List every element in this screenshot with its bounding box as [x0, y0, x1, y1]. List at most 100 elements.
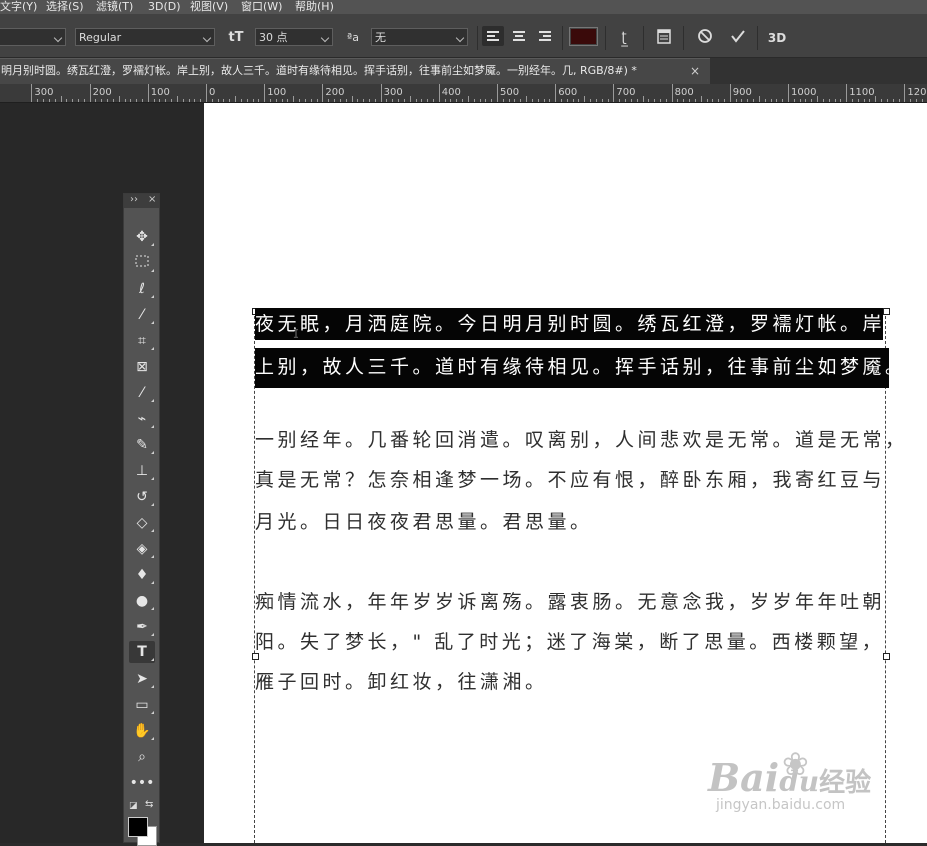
horizontal-ruler[interactable]: 300 200 100 0 100 200 300 400 500 600 700 800 900 100… [0, 84, 927, 103]
ruler-tick [491, 99, 493, 102]
paw-icon: ❀ [782, 745, 809, 783]
magic-wand-icon[interactable]: ⁄ [129, 304, 155, 326]
align-left-icon[interactable] [482, 26, 504, 46]
expand-icon[interactable]: ›› [130, 194, 138, 205]
tools-panel-header[interactable]: ›› × [124, 194, 159, 208]
menu-type[interactable]: 文字(Y) [0, 0, 37, 13]
align-right-icon[interactable] [534, 26, 556, 46]
menu-filter[interactable]: 滤镜(T) [96, 0, 133, 13]
ruler-tick [141, 99, 143, 102]
menu-window[interactable]: 窗口(W) [241, 0, 282, 13]
document-tab[interactable]: 明月别时圆。绣瓦红澄，罗襦灯帐。岸上别，故人三千。道时有缘待相见。挥手话别，往事… [0, 58, 710, 84]
ruler-tick [363, 99, 365, 102]
ruler-tick [48, 99, 50, 102]
rectangle-icon[interactable]: ▭ [129, 694, 155, 716]
ruler-tick [200, 99, 202, 102]
text-line[interactable]: 雁子回时。卸红妆，往潇湘。 [255, 670, 548, 694]
eyedropper-icon[interactable]: ⁄ [129, 382, 155, 404]
ruler-tick [31, 84, 33, 102]
menu-select[interactable]: 选择(S) [46, 0, 84, 13]
ruler-tick [374, 99, 376, 102]
ruler-tick [840, 99, 842, 102]
text-line[interactable]: 痴情流水，年年岁岁诉离殇。露衷肠。无意念我，岁岁年年吐朝 [255, 590, 885, 614]
ruler-tick [54, 99, 56, 102]
zoom-icon[interactable]: ⌕ [129, 746, 155, 768]
swap-colors-icon[interactable]: ⇆ [145, 799, 153, 810]
menu-3d[interactable]: 3D(D) [148, 0, 181, 13]
ruler-tick [153, 99, 155, 102]
font-family-select[interactable] [0, 28, 66, 46]
align-center-icon[interactable] [508, 26, 530, 46]
transform-handle[interactable] [883, 653, 890, 660]
ruler-tick [83, 99, 85, 102]
path-selection-icon[interactable]: ➤ [129, 668, 155, 690]
warp-text-icon[interactable]: ʈ̲ [613, 28, 635, 48]
healing-brush-icon[interactable]: ⌁ [129, 408, 155, 430]
ruler-label: 800 [674, 87, 694, 98]
font-style-value: Regular [79, 31, 122, 44]
clone-stamp-icon[interactable]: ⊥ [129, 460, 155, 482]
foreground-color-swatch[interactable] [128, 817, 148, 837]
ruler-tick [235, 96, 237, 102]
frame-icon[interactable]: ⊠ [129, 356, 155, 378]
menu-help[interactable]: 帮助(H) [295, 0, 334, 13]
close-icon[interactable]: × [148, 194, 156, 205]
chevron-down-icon [53, 33, 63, 43]
brush-icon[interactable]: ✎ [129, 434, 155, 456]
text-color-swatch[interactable] [569, 27, 598, 46]
chevron-down-icon [320, 33, 330, 43]
ruler-tick [590, 99, 592, 102]
crop-icon[interactable]: ⌗ [129, 330, 155, 352]
default-colors-icon[interactable]: ◪ [129, 801, 138, 811]
ruler-tick [485, 99, 487, 102]
text-line[interactable]: 一别经年。几番轮回消遣。叹离别，人间悲欢是无常。道是无常， [255, 428, 908, 452]
ruler-tick [287, 99, 289, 102]
blur-icon[interactable]: ♦ [129, 564, 155, 586]
text-line-selected[interactable]: 夜无眠，月洒庭院。今日明月别时圆。绣瓦红澄，罗襦灯帐。岸 [255, 308, 883, 340]
ruler-tick [706, 99, 708, 102]
text-line[interactable]: 月光。日日夜夜君思量。君思量。 [255, 510, 593, 534]
transform-handle[interactable] [252, 653, 259, 660]
character-panel-icon[interactable] [653, 28, 675, 48]
ruler-tick [427, 99, 429, 102]
more-tools-icon[interactable]: ••• [129, 772, 155, 794]
commit-icon[interactable] [727, 28, 749, 48]
hand-icon[interactable]: ✋ [129, 720, 155, 742]
ruler-tick [270, 99, 272, 102]
paint-bucket-icon[interactable]: ◈ [129, 538, 155, 560]
ruler-tick [502, 99, 504, 102]
type-icon[interactable]: T [129, 641, 155, 663]
marquee-icon[interactable] [129, 252, 155, 274]
ruler-tick [776, 99, 778, 102]
divider [605, 26, 606, 50]
ruler-tick [351, 96, 353, 102]
3d-icon[interactable]: 3D [766, 28, 788, 48]
move-icon[interactable]: ✥ [129, 226, 155, 248]
history-brush-icon[interactable]: ↺ [129, 486, 155, 508]
ruler-label: 100 [150, 87, 170, 98]
close-icon[interactable]: × [690, 59, 700, 83]
font-style-select[interactable]: Regular [75, 28, 215, 46]
text-line[interactable]: 真是无常？怎奈相逢梦一场。不应有恨，醉卧东厢，我寄红豆与 [255, 468, 885, 492]
cancel-icon[interactable] [694, 28, 716, 48]
lasso-icon[interactable]: ℓ [129, 278, 155, 300]
ruler-tick [421, 99, 423, 102]
ruler-tick [223, 99, 225, 102]
ruler-tick [543, 99, 545, 102]
ruler-label: 700 [616, 87, 636, 98]
ruler-tick [793, 99, 795, 102]
dodge-icon[interactable]: ● [129, 590, 155, 612]
ruler-label: 200 [92, 87, 112, 98]
ruler-tick [712, 99, 714, 102]
text-line-selected[interactable]: 上别，故人三千。道时有缘待相见。挥手话别，往事前尘如梦魇。 [255, 348, 904, 388]
pen-icon[interactable]: ✒ [129, 616, 155, 638]
ruler-tick [246, 99, 248, 102]
antialias-select[interactable]: 无 [371, 28, 468, 46]
ruler-tick [118, 96, 120, 102]
ruler-tick [415, 99, 417, 102]
ruler-tick [700, 96, 702, 102]
text-line[interactable]: 阳。失了梦长，" 乱了时光；迷了海棠，断了思量。西楼颗望， [255, 630, 884, 654]
font-size-select[interactable]: 30 点 [255, 28, 333, 46]
menu-view[interactable]: 视图(V) [190, 0, 228, 13]
eraser-icon[interactable]: ◇ [129, 512, 155, 534]
